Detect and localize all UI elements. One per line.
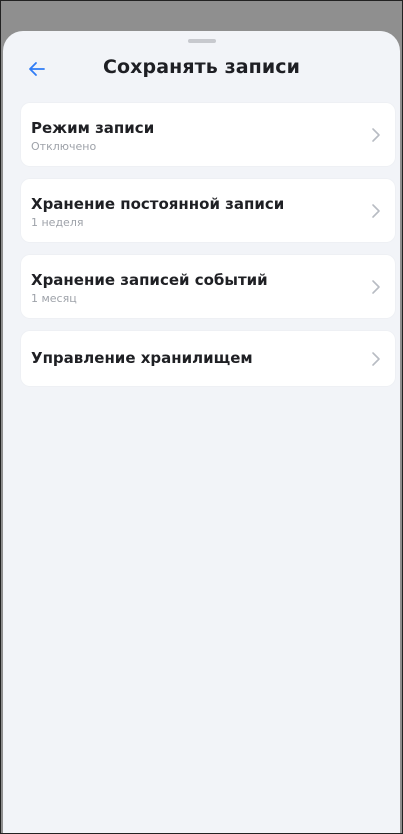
chevron-right-icon [372, 127, 380, 142]
sheet-drag-handle[interactable] [187, 39, 216, 43]
bottom-sheet: Сохранять записи Режим записи Отключено … [3, 31, 400, 833]
settings-list: Режим записи Отключено Хранение постоянн… [21, 103, 395, 399]
event-recording-storage-item[interactable]: Хранение записей событий 1 месяц [21, 255, 395, 318]
chevron-right-icon [372, 203, 380, 218]
chevron-right-icon [372, 279, 380, 294]
continuous-recording-storage-label: Хранение постоянной записи [31, 195, 285, 213]
screen-frame: Сохранять записи Режим записи Отключено … [0, 0, 403, 834]
recording-mode-item[interactable]: Режим записи Отключено [21, 103, 395, 166]
storage-management-label: Управление хранилищем [31, 349, 253, 367]
recording-mode-label: Режим записи [31, 119, 155, 137]
storage-management-item[interactable]: Управление хранилищем [21, 331, 395, 386]
header: Сохранять записи [3, 53, 400, 85]
chevron-right-icon [372, 351, 380, 366]
event-recording-storage-label: Хранение записей событий [31, 271, 268, 289]
event-recording-storage-value: 1 месяц [31, 292, 77, 305]
continuous-recording-storage-item[interactable]: Хранение постоянной записи 1 неделя [21, 179, 395, 242]
page-title: Сохранять записи [102, 56, 301, 78]
continuous-recording-storage-value: 1 неделя [31, 216, 84, 229]
recording-mode-value: Отключено [31, 140, 97, 153]
